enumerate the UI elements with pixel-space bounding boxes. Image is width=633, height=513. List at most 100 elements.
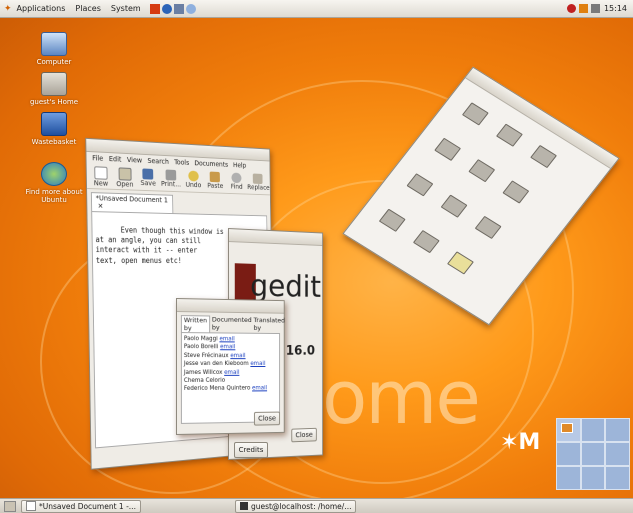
browser-launcher-icon[interactable]	[161, 3, 172, 14]
tab-close-icon[interactable]: ✕	[98, 202, 104, 210]
find-icon	[231, 172, 242, 184]
folder-icon[interactable]	[378, 208, 406, 232]
credits-tabs: Written by Documented by Translated by	[177, 312, 285, 333]
system-menu[interactable]: System	[106, 4, 146, 13]
folder-icon[interactable]	[461, 102, 489, 126]
email-link[interactable]: email	[252, 386, 267, 392]
email-link[interactable]: email	[250, 361, 265, 367]
mail-launcher-icon[interactable]	[173, 3, 184, 14]
new-document-icon	[94, 166, 108, 180]
show-desktop-icon[interactable]	[4, 500, 16, 512]
email-link[interactable]: email	[230, 353, 245, 359]
printer-icon	[165, 169, 177, 181]
open-folder-icon	[118, 167, 132, 181]
workspace-1[interactable]	[556, 418, 581, 442]
credit-entry: Federico Mena Quintero email	[183, 385, 268, 393]
workspace-7[interactable]	[556, 466, 581, 490]
replace-icon	[252, 173, 263, 185]
folder-icon[interactable]	[447, 251, 474, 275]
brand-text: ome	[322, 355, 481, 441]
terminal-launcher-icon[interactable]	[149, 3, 160, 14]
folder-icon[interactable]	[412, 229, 440, 254]
workspace-pager[interactable]	[556, 418, 630, 490]
notification-area[interactable]	[566, 4, 600, 13]
launcher-icons[interactable]	[149, 3, 196, 14]
workspace-5[interactable]	[580, 442, 606, 466]
help-launcher-icon[interactable]	[185, 3, 196, 14]
folder-icon[interactable]	[440, 194, 468, 218]
workspace-4[interactable]	[556, 442, 581, 466]
editor-text[interactable]: Even though this window is at an angle, …	[95, 226, 223, 265]
ubuntu-logo: ✶M	[500, 430, 541, 455]
document-tab[interactable]: *Unsaved Document 1 ✕	[90, 192, 174, 214]
workspace-8[interactable]	[580, 466, 606, 490]
about-titlebar[interactable]	[228, 229, 323, 246]
folder-icon[interactable]	[406, 173, 434, 197]
folder-icon[interactable]	[468, 159, 496, 183]
desktop: ome ✦ Applications Places System 15:14 C…	[0, 0, 633, 513]
top-panel: ✦ Applications Places System 15:14	[0, 0, 633, 18]
find-button[interactable]: Find	[226, 171, 248, 192]
tab-documented-by[interactable]: Documented by	[212, 316, 252, 333]
email-link[interactable]: email	[224, 370, 239, 376]
paste-icon	[210, 171, 221, 183]
menu-tools[interactable]: Tools	[174, 158, 189, 166]
credits-dialog[interactable]: Written by Documented by Translated by P…	[176, 298, 285, 435]
folder-icon[interactable]	[434, 137, 462, 161]
clock[interactable]: 15:14	[604, 4, 627, 13]
monitor-icon	[41, 32, 67, 56]
globe-icon	[41, 162, 67, 186]
workspace-9[interactable]	[605, 466, 630, 490]
paste-button[interactable]: Paste	[204, 170, 226, 192]
trash-icon	[41, 112, 67, 136]
logo-text: gedit	[250, 268, 321, 305]
ubuntu-info-desktop-icon[interactable]: Find more about Ubuntu	[14, 162, 94, 204]
undo-button[interactable]: Undo	[182, 169, 204, 191]
menu-documents[interactable]: Documents	[194, 159, 228, 168]
taskbar-gedit[interactable]: *Unsaved Document 1 -...	[21, 499, 141, 513]
tab-written-by[interactable]: Written by	[180, 315, 210, 333]
workspace-6[interactable]	[605, 442, 630, 466]
new-button[interactable]: New	[89, 165, 114, 188]
email-link[interactable]: email	[220, 345, 235, 351]
email-link[interactable]: email	[219, 336, 234, 342]
menu-view[interactable]: View	[127, 156, 142, 165]
credits-list: Paolo Maggi email Paolo Borelli email St…	[180, 332, 281, 424]
menu-file[interactable]: File	[92, 154, 103, 163]
home-desktop-icon[interactable]: guest's Home	[14, 72, 94, 106]
volume-icon[interactable]	[590, 4, 600, 13]
tab-translated-by[interactable]: Translated by	[254, 316, 285, 333]
workspace-2[interactable]	[580, 418, 606, 442]
places-menu[interactable]: Places	[70, 4, 105, 13]
applications-menu[interactable]: Applications	[12, 4, 71, 13]
update-icon[interactable]	[578, 4, 588, 13]
foot-icon: ✦	[4, 3, 12, 14]
credit-entry: James Willcox email	[183, 369, 240, 376]
folder-icon[interactable]	[496, 123, 523, 147]
about-close-button[interactable]: Close	[291, 427, 317, 443]
undo-icon	[188, 170, 199, 182]
about-version: 16.0	[285, 344, 316, 359]
replace-button[interactable]: Replace	[247, 172, 270, 193]
terminal-task-icon	[239, 502, 248, 510]
save-button[interactable]: Save	[136, 167, 159, 189]
open-button[interactable]: Open	[113, 166, 137, 189]
credit-entry: Steve Frécinaux email	[183, 352, 246, 359]
network-icon[interactable]	[566, 4, 576, 13]
workspace-3[interactable]	[605, 418, 630, 442]
save-icon	[142, 168, 154, 180]
wastebasket-desktop-icon[interactable]: Wastebasket	[14, 112, 94, 146]
folder-icon[interactable]	[474, 215, 502, 240]
credits-button[interactable]: Credits	[234, 442, 268, 458]
folder-icon[interactable]	[530, 144, 558, 169]
taskbar-terminal[interactable]: guest@localhost: /home/...	[234, 499, 357, 513]
menu-search[interactable]: Search	[147, 157, 169, 166]
print-button[interactable]: Print...	[159, 168, 182, 190]
computer-desktop-icon[interactable]: Computer	[14, 32, 94, 66]
folder-icon[interactable]	[502, 180, 530, 204]
gedit-task-icon	[26, 501, 36, 511]
menu-help[interactable]: Help	[233, 161, 246, 169]
bottom-panel: *Unsaved Document 1 -... guest@localhost…	[0, 498, 633, 513]
menu-edit[interactable]: Edit	[109, 155, 122, 164]
credits-close-button[interactable]: Close	[253, 411, 281, 426]
